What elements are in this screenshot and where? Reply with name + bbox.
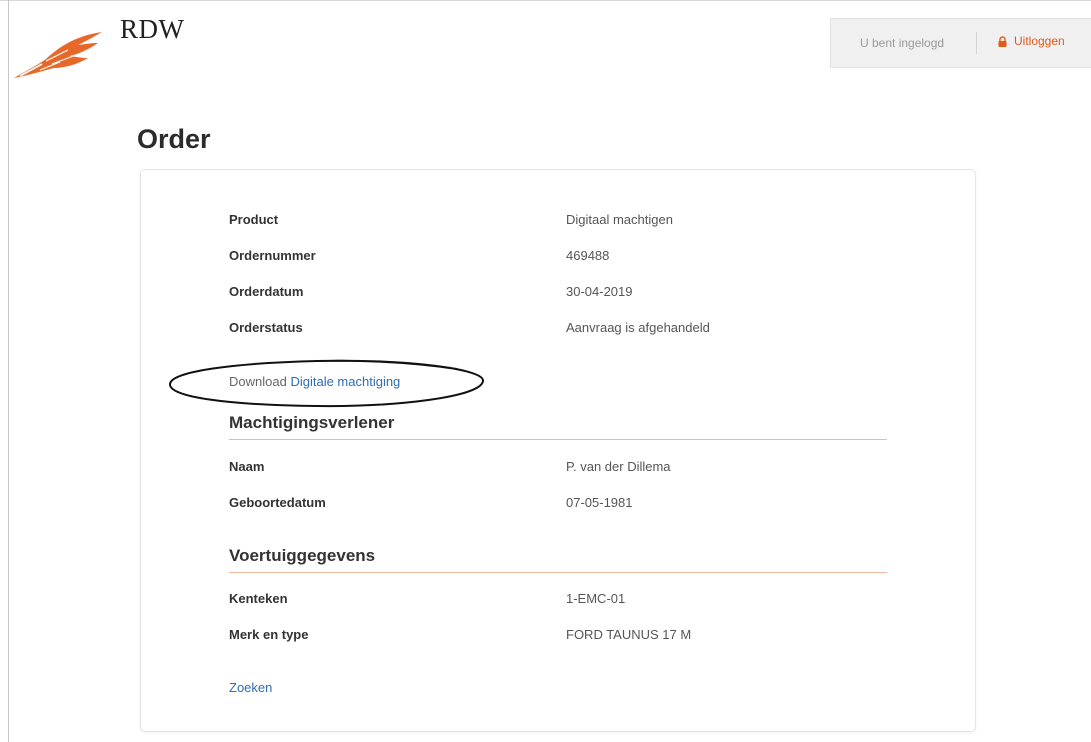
lock-icon (998, 35, 1007, 47)
row-value: Digitaal machtigen (566, 212, 673, 227)
section-title-grantor: Machtigingsverlener (229, 413, 887, 440)
order-row-orderdatum: Orderdatum 30-04-2019 (229, 284, 929, 304)
user-bar: U bent ingelogd Uitloggen (830, 18, 1091, 68)
vehicle-row-merk-en-type: Merk en type FORD TAUNUS 17 M (229, 627, 929, 647)
row-label: Merk en type (229, 627, 309, 642)
order-row-ordernummer: Ordernummer 469488 (229, 248, 929, 268)
row-value: 07-05-1981 (566, 495, 633, 510)
digital-authorization-link[interactable]: Digitale machtiging (290, 374, 400, 389)
row-label: Ordernummer (229, 248, 316, 263)
page-title: Order (137, 124, 211, 154)
logout-label: Uitloggen (1014, 34, 1065, 48)
grantor-row-naam: Naam P. van der Dillema (229, 459, 929, 479)
order-row-orderstatus: Orderstatus Aanvraag is afgehandeld (229, 320, 929, 340)
vehicle-row-kenteken: Kenteken 1-EMC-01 (229, 591, 929, 611)
row-label: Kenteken (229, 591, 288, 606)
row-value: P. van der Dillema (566, 459, 671, 474)
row-value: FORD TAUNUS 17 M (566, 627, 692, 642)
row-value: 469488 (566, 248, 610, 263)
row-value: Aanvraag is afgehandeld (566, 320, 710, 335)
section-title-vehicle: Voertuiggegevens (229, 546, 887, 573)
user-bar-divider (976, 32, 977, 54)
brand-name: RDW (120, 14, 185, 44)
row-label: Product (229, 212, 279, 227)
logout-button[interactable]: Uitloggen (998, 34, 1065, 48)
download-prefix: Download (229, 374, 287, 389)
row-label: Naam (229, 459, 265, 474)
row-value: 1-EMC-01 (566, 591, 626, 606)
window-top-border (0, 0, 1091, 1)
order-card: Product Digitaal machtigen Ordernummer 4… (140, 169, 976, 732)
download-line: Download Digitale machtiging (229, 374, 400, 389)
row-label: Geboortedatum (229, 495, 326, 510)
row-label: Orderdatum (229, 284, 304, 299)
order-row-product: Product Digitaal machtigen (229, 212, 929, 232)
grantor-row-geboortedatum: Geboortedatum 07-05-1981 (229, 495, 929, 515)
rdw-feather-logo[interactable] (12, 28, 104, 82)
row-label: Orderstatus (229, 320, 303, 335)
row-value: 30-04-2019 (566, 284, 633, 299)
search-link[interactable]: Zoeken (229, 680, 272, 695)
window-left-border (8, 0, 9, 742)
login-status: U bent ingelogd (860, 36, 945, 50)
